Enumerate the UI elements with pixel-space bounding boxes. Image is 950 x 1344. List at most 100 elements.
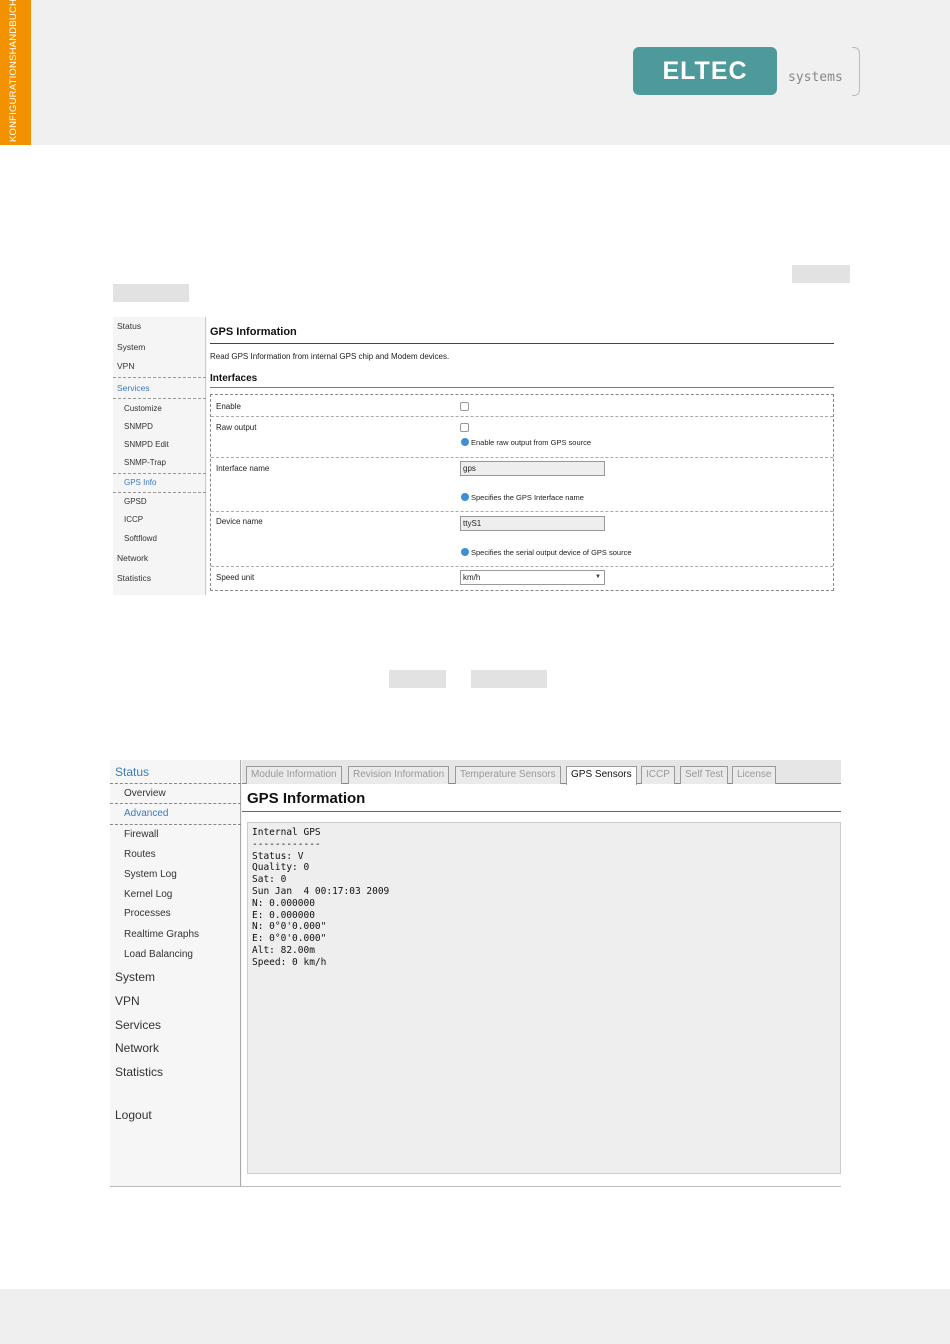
console-line: Speed: 0 km/h xyxy=(252,956,327,968)
divider xyxy=(211,416,833,417)
nav-vpn[interactable]: VPN xyxy=(117,361,134,371)
tab-gps-sensors[interactable]: GPS Sensors xyxy=(566,766,637,785)
tab-module-information[interactable]: Module Information xyxy=(246,766,342,784)
divider xyxy=(211,457,833,458)
console-line: Sat: 0 xyxy=(252,874,287,886)
nav-system-log[interactable]: System Log xyxy=(124,869,177,880)
nav-routes[interactable]: Routes xyxy=(124,849,156,860)
config-main: GPS Information Read GPS Information fro… xyxy=(207,317,836,595)
device-name-label: Device name xyxy=(216,517,263,526)
divider xyxy=(210,387,834,388)
raw-output-checkbox[interactable] xyxy=(460,423,469,432)
redacted-text xyxy=(792,265,850,283)
console-line: Quality: 0 xyxy=(252,862,310,874)
raw-output-hint: Enable raw output from GPS source xyxy=(461,438,591,447)
nav-services[interactable]: Services xyxy=(115,1018,161,1032)
divider xyxy=(110,803,241,804)
nav-services[interactable]: Services xyxy=(117,383,150,393)
device-name-hint: Specifies the serial output device of GP… xyxy=(461,548,632,557)
nav-customize[interactable]: Customize xyxy=(124,404,162,413)
logo-subtitle: systems xyxy=(788,70,843,85)
divider xyxy=(113,473,206,474)
nav-firewall[interactable]: Firewall xyxy=(124,829,158,840)
info-icon xyxy=(461,548,469,556)
tab-iccp[interactable]: ICCP xyxy=(641,766,675,784)
eltec-logo: ELTEC xyxy=(633,47,777,95)
tab-revision-information[interactable]: Revision Information xyxy=(348,766,450,784)
nav-status[interactable]: Status xyxy=(117,321,141,331)
device-name-input[interactable]: ttyS1 xyxy=(460,516,605,531)
interface-name-input[interactable]: gps xyxy=(460,461,605,476)
console-line: Status: V xyxy=(252,850,304,862)
nav-processes[interactable]: Processes xyxy=(124,908,171,919)
speed-unit-select[interactable]: km/h ▼ xyxy=(460,570,605,585)
speed-unit-label: Speed unit xyxy=(216,573,255,582)
console-line: ------------ xyxy=(252,838,321,850)
nav-vpn[interactable]: VPN xyxy=(115,994,140,1008)
console-line: N: 0.000000 xyxy=(252,897,315,909)
nav-network[interactable]: Network xyxy=(117,553,148,563)
nav-status[interactable]: Status xyxy=(115,765,149,779)
info-icon xyxy=(461,493,469,501)
raw-output-label: Raw output xyxy=(216,423,257,432)
divider xyxy=(210,343,834,344)
tab-license[interactable]: License xyxy=(732,766,777,784)
nav-gpsd[interactable]: GPSD xyxy=(124,497,147,506)
interface-name-hint-text: Specifies the GPS Interface name xyxy=(471,493,584,502)
console-line: E: 0°0'0.000" xyxy=(252,933,327,945)
tab-temperature-sensors[interactable]: Temperature Sensors xyxy=(455,766,561,784)
page-description: Read GPS Information from internal GPS c… xyxy=(210,352,450,361)
nav-snmp-trap[interactable]: SNMP-Trap xyxy=(124,458,166,467)
gps-status-screenshot: Status Overview Advanced Firewall Routes… xyxy=(110,760,841,1187)
redacted-text xyxy=(471,670,547,688)
nav-softflowd[interactable]: Softflowd xyxy=(124,534,157,543)
interface-name-label: Interface name xyxy=(216,464,270,473)
nav-advanced[interactable]: Advanced xyxy=(124,808,168,819)
nav-logout[interactable]: Logout xyxy=(115,1108,152,1122)
nav-overview[interactable]: Overview xyxy=(124,788,166,799)
divider xyxy=(211,566,833,567)
redacted-text xyxy=(113,284,189,302)
nav-iccp[interactable]: ICCP xyxy=(124,515,143,524)
page-title: GPS Information xyxy=(247,790,366,807)
dropdown-arrow-icon: ▼ xyxy=(595,574,601,580)
console-line: E: 0.000000 xyxy=(252,909,315,921)
nav-network[interactable]: Network xyxy=(115,1041,159,1055)
divider xyxy=(113,398,206,399)
divider xyxy=(110,783,241,784)
nav-gps-info[interactable]: GPS Info xyxy=(124,478,156,487)
enable-label: Enable xyxy=(216,402,241,411)
device-name-hint-text: Specifies the serial output device of GP… xyxy=(471,548,632,557)
divider xyxy=(242,811,841,812)
section-title: Interfaces xyxy=(210,373,258,384)
logo-bracket xyxy=(852,47,860,96)
speed-unit-value: km/h xyxy=(463,573,481,582)
config-sidebar: Status System VPN Services Customize SNM… xyxy=(113,317,206,595)
nav-system[interactable]: System xyxy=(117,342,145,352)
tab-bar: Module Information Revision Information … xyxy=(242,760,841,785)
tab-self-test[interactable]: Self Test xyxy=(680,766,729,784)
enable-checkbox[interactable] xyxy=(460,402,469,411)
status-main: Module Information Revision Information … xyxy=(242,760,841,1186)
gps-config-screenshot: Status System VPN Services Customize SNM… xyxy=(113,317,836,595)
nav-statistics[interactable]: Statistics xyxy=(117,573,151,583)
nav-snmpd-edit[interactable]: SNMPD Edit xyxy=(124,440,169,449)
side-tab: KONFIGURATIONSHANDBUCH xyxy=(0,0,31,145)
nav-snmpd[interactable]: SNMPD xyxy=(124,422,153,431)
side-tab-label: KONFIGURATIONSHANDBUCH xyxy=(8,0,19,142)
console-line: N: 0°0'0.000" xyxy=(252,921,327,933)
nav-statistics[interactable]: Statistics xyxy=(115,1065,163,1079)
console-line: Sun Jan 4 00:17:03 2009 xyxy=(252,885,390,897)
status-sidebar: Status Overview Advanced Firewall Routes… xyxy=(110,760,241,1186)
redacted-text xyxy=(389,670,446,688)
nav-system[interactable]: System xyxy=(115,970,155,984)
page-title: GPS Information xyxy=(210,326,297,338)
interface-name-hint: Specifies the GPS Interface name xyxy=(461,493,584,502)
nav-realtime-graphs[interactable]: Realtime Graphs xyxy=(124,929,199,940)
console-line: Alt: 82.00m xyxy=(252,944,315,956)
divider xyxy=(110,824,241,825)
divider xyxy=(113,492,206,493)
nav-kernel-log[interactable]: Kernel Log xyxy=(124,889,172,900)
interfaces-form: Enable Raw output Enable raw output from… xyxy=(210,394,834,591)
nav-load-balancing[interactable]: Load Balancing xyxy=(124,949,193,960)
